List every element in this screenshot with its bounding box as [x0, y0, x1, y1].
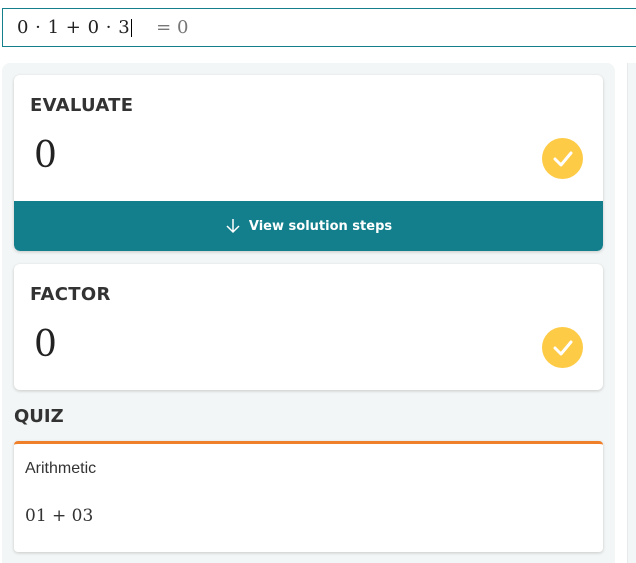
evaluate-heading: EVALUATE — [30, 95, 134, 116]
quiz-heading: QUIZ — [14, 406, 64, 427]
quiz-topic: Arithmetic — [25, 460, 97, 477]
input-result: = 0 — [156, 17, 189, 38]
expression-text: 0 · 1 + 0 · 3 — [17, 17, 131, 38]
quiz-card[interactable]: Arithmetic 01 + 03 — [14, 441, 603, 552]
text-caret — [131, 18, 133, 37]
math-input[interactable]: 0 · 1 + 0 · 3 = 0 — [2, 8, 636, 47]
view-solution-steps-button[interactable]: View solution steps — [14, 201, 603, 251]
input-expression[interactable]: 0 · 1 + 0 · 3 — [17, 17, 133, 38]
arrow-down-icon — [226, 219, 240, 234]
side-panel-edge — [627, 63, 636, 563]
evaluate-card: EVALUATE 0 View solution steps — [14, 75, 603, 251]
factor-heading: FACTOR — [30, 284, 111, 305]
view-solution-steps-label: View solution steps — [248, 218, 393, 234]
quiz-expression: 01 + 03 — [25, 506, 94, 526]
check-icon — [542, 138, 583, 179]
factor-value: 0 — [34, 324, 57, 365]
factor-card: FACTOR 0 — [14, 264, 603, 390]
evaluate-value: 0 — [34, 135, 57, 176]
check-icon — [542, 327, 583, 368]
